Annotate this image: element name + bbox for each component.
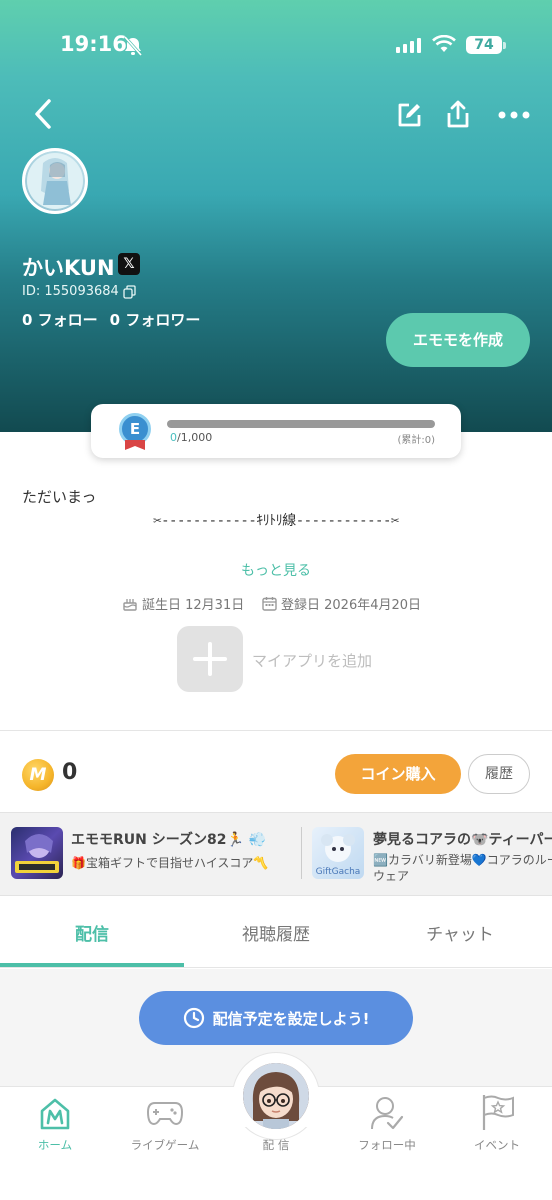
flag-icon: [482, 1095, 514, 1130]
banner-carousel[interactable]: エモモRUN シーズン82🏃 💨 🎁宝箱ギフトで目指せハイスコア〽️ GiftG…: [0, 812, 552, 896]
followers-count[interactable]: 0 フォロワー: [110, 311, 201, 329]
gamepad-icon: [146, 1102, 184, 1126]
banner-gacha-art: GiftGacha: [316, 834, 361, 877]
status-time: 19:16: [60, 32, 127, 56]
set-schedule-label: 配信予定を設定しよう!: [212, 1009, 370, 1028]
add-my-app-label[interactable]: マイアプリを追加: [252, 650, 372, 671]
banner-subtitle-2b[interactable]: ウェア: [373, 868, 409, 884]
wifi-icon: [432, 35, 456, 52]
follow-stats: 0 フォロー 0 フォロワー: [22, 309, 212, 330]
following-count[interactable]: 0 フォロー: [22, 311, 98, 329]
banner-run-art: [15, 834, 59, 873]
show-more-link[interactable]: もっと見る: [0, 560, 552, 580]
level-progress-bar: [167, 420, 435, 428]
more-horizontal-icon: [498, 111, 530, 119]
coin-balance: 0: [62, 760, 78, 785]
battery-tip: [503, 42, 506, 49]
banner-title-2[interactable]: 夢見るコアラの🐨ティーパーティ: [373, 829, 552, 849]
active-tab-indicator: [0, 963, 184, 967]
bio-line-2: ✂------------ｷﾘﾄﾘ線------------✂: [153, 513, 399, 529]
banner-thumbnail-gacha[interactable]: GiftGacha: [312, 827, 364, 879]
add-my-app-button[interactable]: [177, 626, 243, 692]
cake-icon: [123, 599, 137, 611]
level-progress-text: 0/1,000: [170, 431, 212, 444]
clock-icon: [183, 1007, 204, 1029]
home-m-icon: [40, 1098, 70, 1130]
status-bar: 19:16 74: [0, 0, 552, 90]
banner-subtitle-2a[interactable]: 🆕カラバリ新登場💙コアラのルー: [373, 852, 552, 868]
banner-subtitle-1[interactable]: 🎁宝箱ギフトで目指せハイスコア〽️: [71, 855, 268, 871]
edit-icon: [398, 103, 421, 127]
bio-line-1: ただいまっ: [22, 488, 97, 506]
coin-history-button[interactable]: 履歴: [468, 754, 530, 794]
tab-broadcast[interactable]: 配信: [0, 920, 184, 945]
create-emomo-button[interactable]: エモモを作成: [386, 313, 530, 367]
copy-icon[interactable]: [123, 285, 136, 299]
plus-icon: [193, 642, 227, 676]
section-divider: [0, 730, 552, 731]
x-account-icon[interactable]: 𝕏: [118, 253, 140, 275]
profile-name: かいKUN: [22, 256, 115, 280]
svg-text:GiftGacha: GiftGacha: [316, 867, 361, 877]
level-max: /1,000: [177, 431, 213, 444]
buy-coins-button[interactable]: コイン購入: [335, 754, 461, 794]
level-current: 0: [170, 431, 177, 444]
follow-icon: [371, 1097, 404, 1130]
level-total: (累計:0): [397, 435, 435, 446]
tab-chat[interactable]: チャット: [368, 920, 552, 945]
level-card: E 0/1,000 (累計:0): [91, 404, 461, 458]
registered-info: 登録日 2026年4月20日: [262, 594, 421, 613]
birthday-text: 誕生日 12月31日: [142, 598, 245, 613]
banner-thumbnail-run[interactable]: [11, 827, 63, 879]
share-icon: [447, 100, 469, 128]
avatar-illustration: [27, 153, 83, 209]
birthday-info: 誕生日 12月31日: [122, 594, 244, 613]
nav-live-game-label: ライブゲーム: [130, 1138, 200, 1152]
banner-title-1[interactable]: エモモRUN シーズン82🏃 💨: [71, 829, 266, 849]
banner-separator: [301, 827, 302, 879]
edit-profile-button[interactable]: [392, 98, 426, 132]
user-id: ID: 155093684: [22, 284, 119, 299]
coin-icon: M: [22, 759, 54, 791]
chevron-left-icon: [35, 99, 51, 129]
bell-muted-icon: [123, 36, 143, 56]
profile-tabs: 配信 視聴履歴 チャット: [0, 896, 552, 968]
tab-watch-history[interactable]: 視聴履歴: [184, 920, 368, 945]
battery-indicator: 74: [466, 36, 502, 54]
level-ribbon-icon: [125, 440, 145, 450]
nav-event-label: イベント: [474, 1138, 520, 1152]
calendar-icon: [262, 597, 277, 611]
avatar-face-art: [243, 1063, 309, 1129]
cellular-signal-icon: [396, 38, 421, 53]
avatar-image: [25, 151, 85, 211]
profile-avatar[interactable]: [22, 148, 88, 214]
registered-text: 登録日 2026年4月20日: [281, 598, 422, 613]
share-button[interactable]: [440, 96, 476, 132]
nav-home-label: ホーム: [37, 1138, 73, 1152]
more-options-button[interactable]: [495, 100, 533, 130]
set-schedule-button[interactable]: 配信予定を設定しよう!: [139, 991, 413, 1045]
back-button[interactable]: [26, 96, 60, 132]
nav-following-label: フォロー中: [358, 1138, 416, 1152]
broadcast-avatar[interactable]: [243, 1063, 309, 1129]
